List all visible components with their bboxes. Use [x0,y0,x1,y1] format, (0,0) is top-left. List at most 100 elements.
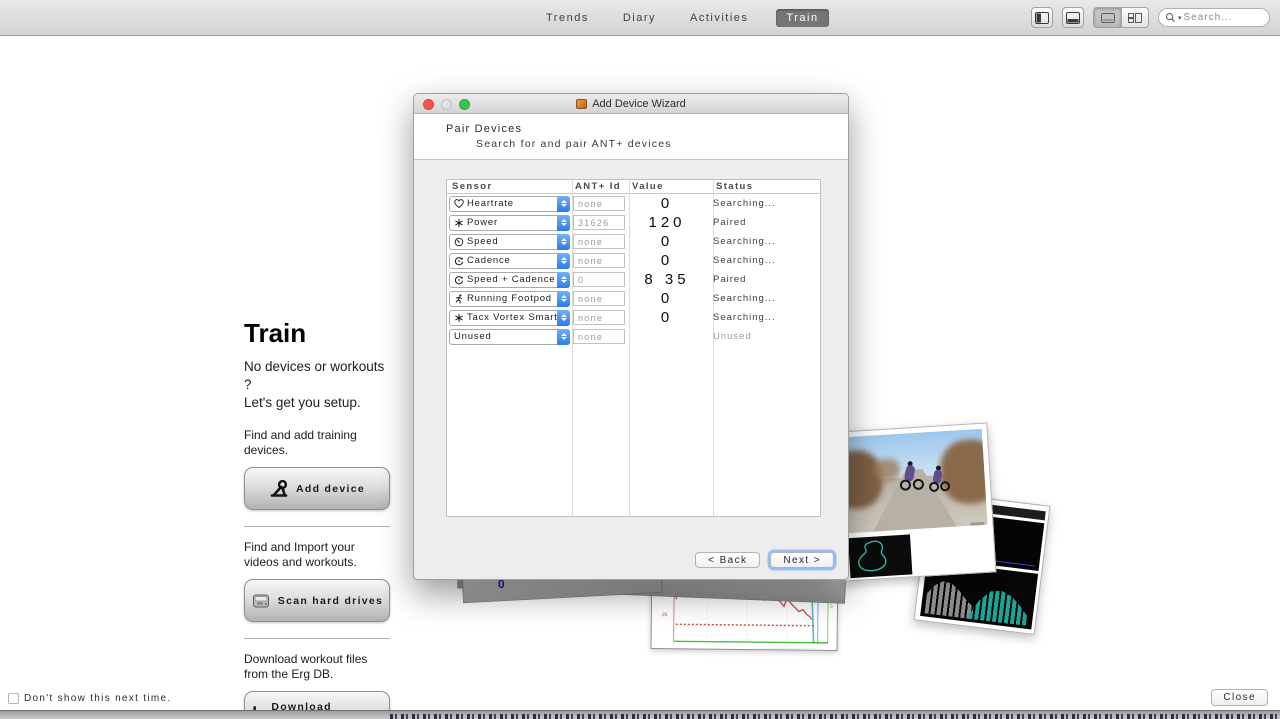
pair-devices-table: Sensor ANT+ Id Value Status Heartrate no… [446,179,821,517]
sensor-label: Tacx Vortex Smart [467,312,558,323]
zoom-window-button[interactable] [459,99,470,110]
bottombar-toggle-button[interactable] [1062,7,1084,28]
col-header-value: Value [629,181,713,192]
minimize-window-button[interactable] [441,99,452,110]
sensor-icon [454,256,464,266]
trainer-icon [269,479,289,499]
sensor-value: 0 [625,252,709,269]
sensor-value: 0 [625,195,709,212]
top-toolbar: Trends Diary Activities Train ▾ [0,0,1280,36]
wizard-step-subtitle: Search for and pair ANT+ devices [476,138,672,150]
tab-diary[interactable]: Diary [617,9,662,27]
next-button[interactable]: Next > [770,552,834,568]
sensor-type-dropdown[interactable]: Running Footpod [449,291,570,307]
page-title: Train [244,318,390,349]
ant-id-field[interactable]: none [573,329,625,344]
sensor-type-dropdown[interactable]: Speed [449,234,570,250]
section-text: Find and Import your videos and workouts… [244,540,390,570]
search-input[interactable] [1184,12,1254,23]
tab-trends[interactable]: Trends [540,9,595,27]
table-row: Cadence none 0 Searching... [447,251,820,270]
dropdown-stepper-icon[interactable] [557,310,570,326]
background-photo-card [836,423,997,582]
sensor-type-dropdown[interactable]: Power [449,215,570,231]
sensor-status: Searching... [709,293,820,304]
harddrive-icon [251,591,271,611]
page-subtitle: No devices or workouts ? Let's get you s… [244,358,390,412]
search-box[interactable]: ▾ [1158,8,1270,27]
wizard-step-title: Pair Devices [446,123,522,135]
table-row: Speed none 0 Searching... [447,232,820,251]
tiled-view-button[interactable] [1121,8,1148,27]
course-map-panel [848,534,912,578]
sensor-status: Paired [709,217,820,228]
add-device-wizard-dialog: Add Device Wizard Pair Devices Search fo… [413,93,849,580]
sensor-status: Searching... [709,198,820,209]
sensor-type-dropdown[interactable]: Speed + Cadence [449,272,570,288]
ant-id-field[interactable]: 31626 [573,215,625,230]
clipped-text-strip [390,714,1280,719]
page-footer: Don't show this next time. Close [0,682,1280,710]
ant-id-field[interactable]: 0 [573,272,625,287]
add-device-button[interactable]: Add device [244,467,390,510]
table-header-row: Sensor ANT+ Id Value Status [447,180,820,194]
bottom-strip [0,710,1280,719]
photo-caption-mark [970,522,984,526]
sensor-status: Searching... [709,255,820,266]
sensor-type-dropdown[interactable]: Heartrate [449,196,570,212]
dialog-body: Sensor ANT+ Id Value Status Heartrate no… [414,159,848,580]
sensor-status: Searching... [709,236,820,247]
single-view-icon [1101,13,1115,23]
cyclists-photo [842,429,988,533]
sensor-value: 8 35 [625,271,709,288]
dropdown-stepper-icon[interactable] [557,272,570,288]
sensor-value: 0 [625,290,709,307]
sensor-label: Speed + Cadence [467,274,555,285]
dropdown-stepper-icon[interactable] [557,196,570,212]
table-row: Running Footpod none 0 Searching... [447,289,820,308]
ant-id-field[interactable]: none [573,234,625,249]
search-icon [1165,12,1176,23]
wizard-window-icon [576,99,587,109]
dropdown-stepper-icon[interactable] [557,329,570,345]
svg-text:25: 25 [662,612,668,618]
search-dropdown-icon[interactable]: ▾ [1178,14,1182,22]
sensor-type-dropdown[interactable]: Cadence [449,253,570,269]
sensor-label: Unused [454,331,492,342]
view-mode-segment [1093,7,1149,28]
setup-section: Find and add training devices. Add devic… [244,428,390,510]
tab-activities[interactable]: Activities [684,9,754,27]
single-view-button[interactable] [1094,8,1121,27]
sensor-icon [454,275,464,285]
button-label: Add device [296,483,365,495]
ant-id-field[interactable]: none [573,310,625,325]
dont-show-checkbox[interactable] [8,693,19,704]
svg-text:5: 5 [830,604,833,610]
tab-train[interactable]: Train [776,9,828,27]
sidebar-toggle-button[interactable] [1031,7,1053,28]
table-row: Power 31626 120 Paired [447,213,820,232]
sensor-icon [454,199,464,209]
ant-id-field[interactable]: none [573,253,625,268]
scan-hard-drives-button[interactable]: Scan hard drives [244,579,390,622]
dropdown-stepper-icon[interactable] [557,215,570,231]
ant-id-field[interactable]: none [573,196,625,211]
ant-id-field[interactable]: none [573,291,625,306]
sensor-status: Paired [709,274,820,285]
close-window-button[interactable] [423,99,434,110]
dropdown-stepper-icon[interactable] [557,234,570,250]
back-button[interactable]: < Back [695,552,760,568]
sensor-label: Speed [467,236,498,247]
sensor-status: Unused [709,331,820,342]
dropdown-stepper-icon[interactable] [557,253,570,269]
sensor-label: Power [467,217,498,228]
section-text: Find and add training devices. [244,428,390,458]
sensor-type-dropdown[interactable]: Unused [449,329,570,345]
dropdown-stepper-icon[interactable] [557,291,570,307]
sensor-type-dropdown[interactable]: Tacx Vortex Smart [449,310,570,326]
dialog-titlebar[interactable]: Add Device Wizard [414,94,848,114]
sensor-icon [454,313,464,323]
sensor-value: 0 [625,233,709,250]
close-button[interactable]: Close [1211,689,1268,706]
col-header-sensor: Sensor [447,181,572,192]
